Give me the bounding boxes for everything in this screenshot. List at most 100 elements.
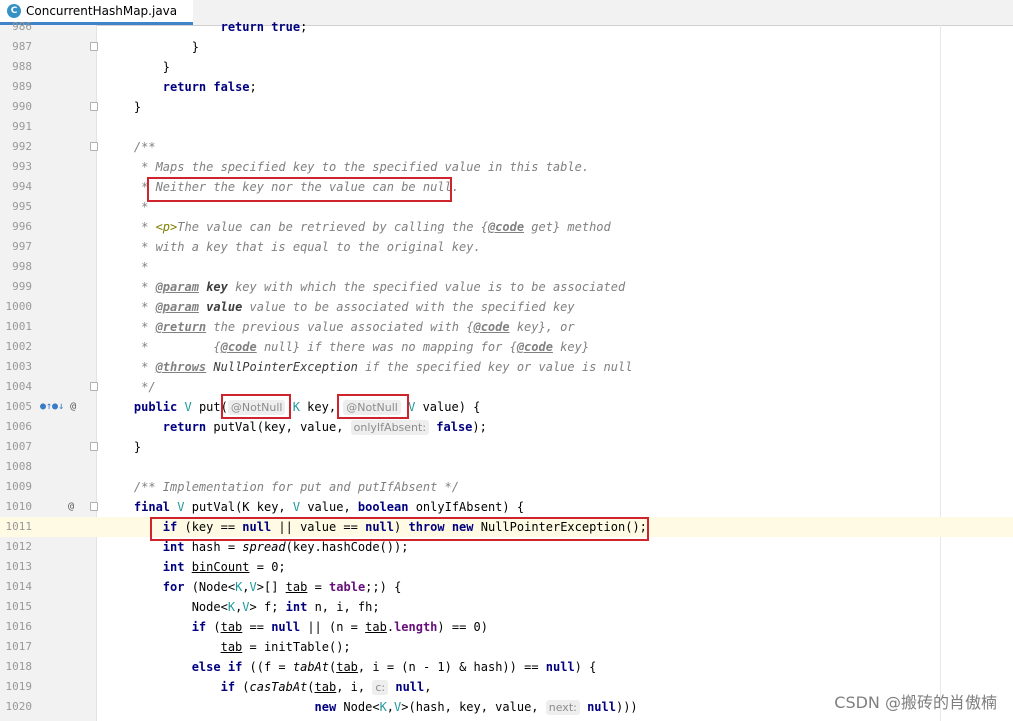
- code-line[interactable]: 998 *: [0, 257, 1013, 277]
- line-number: 1014: [5, 580, 33, 593]
- code-text: public V put(@NotNull K key, @NotNull V …: [133, 400, 481, 415]
- line-number: 1017: [5, 640, 33, 653]
- line-number: 1005: [5, 400, 33, 413]
- line-number: 1007: [5, 440, 33, 453]
- line-number: 1019: [5, 680, 33, 693]
- code-line[interactable]: 997 * with a key that is equal to the or…: [0, 237, 1013, 257]
- line-number: 1020: [5, 700, 33, 713]
- annotation-icon[interactable]: @: [40, 497, 82, 517]
- code-line[interactable]: 990 }: [0, 97, 1013, 117]
- tab-label: ConcurrentHashMap.java: [26, 4, 178, 18]
- code-line[interactable]: 1013 int binCount = 0;: [0, 557, 1013, 577]
- line-number: 998: [12, 260, 32, 273]
- line-number: 993: [12, 160, 32, 173]
- code-text: new Node<K,V>(hash, key, value, next: nu…: [314, 700, 638, 715]
- code-text: Node<K,V> f; int n, i, fh;: [105, 600, 380, 614]
- line-number: 986: [12, 20, 32, 33]
- code-line[interactable]: 986 return true;: [0, 17, 1013, 37]
- code-line[interactable]: 1004 */: [0, 377, 1013, 397]
- line-number: 990: [12, 100, 32, 113]
- code-line[interactable]: 992 /**: [0, 137, 1013, 157]
- code-text: */: [105, 380, 156, 394]
- code-line[interactable]: 996 * <p>The value can be retrieved by c…: [0, 217, 1013, 237]
- code-line[interactable]: 1010 @ final V putVal(K key, V value, boo…: [0, 497, 1013, 517]
- code-text: }: [105, 100, 142, 114]
- code-text: for (Node<K,V>[] tab = table;;) {: [162, 580, 402, 594]
- highlight-box-npe-check: [150, 517, 649, 541]
- line-number: 1011: [5, 520, 33, 533]
- line-number: 996: [12, 220, 32, 233]
- fold-marker-icon[interactable]: [90, 502, 98, 511]
- code-text: /**: [105, 140, 156, 154]
- code-line[interactable]: 991: [0, 117, 1013, 137]
- code-line[interactable]: 1006 return putVal(key, value, onlyIfAbs…: [0, 417, 1013, 437]
- line-number: 1006: [5, 420, 33, 433]
- code-line[interactable]: 1016 if (tab == null || (n = tab.length)…: [0, 617, 1013, 637]
- code-text: tab = initTable();: [220, 640, 351, 654]
- fold-marker-icon[interactable]: [90, 382, 98, 391]
- code-line[interactable]: 999 * @param key key with which the spec…: [0, 277, 1013, 297]
- code-line[interactable]: 1002 * {@code null} if there was no mapp…: [0, 337, 1013, 357]
- code-line[interactable]: 1018 else if ((f = tabAt(tab, i = (n - 1…: [0, 657, 1013, 677]
- code-text: * <p>The value can be retrieved by calli…: [105, 220, 611, 234]
- fold-marker-icon[interactable]: [90, 142, 98, 151]
- line-number: 1016: [5, 620, 33, 633]
- code-text: *: [105, 260, 149, 274]
- code-text: }: [105, 60, 171, 74]
- fold-marker-icon[interactable]: [90, 102, 98, 111]
- highlight-box-neither-null: [147, 177, 452, 202]
- code-line[interactable]: 1000 * @param value value to be associat…: [0, 297, 1013, 317]
- code-text: return true;: [220, 20, 308, 34]
- code-text: * @param key key with which the specifie…: [105, 280, 626, 294]
- code-text: *: [105, 200, 149, 214]
- line-number: 1012: [5, 540, 33, 553]
- code-text: * @param value value to be associated wi…: [105, 300, 575, 314]
- line-number: 987: [12, 40, 32, 53]
- line-number: 1008: [5, 460, 33, 473]
- code-line[interactable]: 1014 for (Node<K,V>[] tab = table;;) {: [0, 577, 1013, 597]
- code-line[interactable]: 1009 /** Implementation for put and putI…: [0, 477, 1013, 497]
- code-text: * with a key that is equal to the origin…: [105, 240, 481, 254]
- fold-marker-icon[interactable]: [90, 442, 98, 451]
- line-number: 999: [12, 280, 32, 293]
- line-number: 1009: [5, 480, 33, 493]
- line-number: 994: [12, 180, 32, 193]
- line-number: 991: [12, 120, 32, 133]
- line-number: 995: [12, 200, 32, 213]
- line-number: 1015: [5, 600, 33, 613]
- code-text: int binCount = 0;: [162, 560, 286, 574]
- code-text: /** Implementation for put and putIfAbse…: [105, 480, 460, 494]
- line-number: 1004: [5, 380, 33, 393]
- line-number: 997: [12, 240, 32, 253]
- line-number: 988: [12, 60, 32, 73]
- code-line[interactable]: 988 }: [0, 57, 1013, 77]
- code-text: if (casTabAt(tab, i, c: null,: [220, 680, 432, 695]
- code-line[interactable]: 987 }: [0, 37, 1013, 57]
- highlight-box-notnull-key: [221, 394, 291, 419]
- code-line[interactable]: 1001 * @return the previous value associ…: [0, 317, 1013, 337]
- line-number: 1001: [5, 320, 33, 333]
- line-number: 989: [12, 80, 32, 93]
- code-line[interactable]: 1017 tab = initTable();: [0, 637, 1013, 657]
- code-text: * {@code null} if there was no mapping f…: [105, 340, 590, 354]
- code-text: * @return the previous value associated …: [105, 320, 575, 334]
- code-line[interactable]: 1008: [0, 457, 1013, 477]
- line-number: 1010: [5, 500, 33, 513]
- line-number: 1003: [5, 360, 33, 373]
- code-line[interactable]: 993 * Maps the specified key to the spec…: [0, 157, 1013, 177]
- code-line[interactable]: 1007 }: [0, 437, 1013, 457]
- code-text: }: [105, 440, 142, 454]
- fold-marker-icon[interactable]: [90, 42, 98, 51]
- code-text: * Maps the specified key to the specifie…: [105, 160, 590, 174]
- watermark: CSDN @搬砖的肖傲楠: [834, 693, 997, 712]
- code-line[interactable]: 1003 * @throws NullPointerException if t…: [0, 357, 1013, 377]
- code-line[interactable]: 1005 ●↑●↓ @ public V put(@NotNull K key, …: [0, 397, 1013, 417]
- line-number: 1013: [5, 560, 33, 573]
- line-number: 992: [12, 140, 32, 153]
- code-line[interactable]: 989 return false;: [0, 77, 1013, 97]
- override-icon[interactable]: ●↑●↓ @: [40, 397, 82, 417]
- code-line[interactable]: 1015 Node<K,V> f; int n, i, fh;: [0, 597, 1013, 617]
- code-text: final V putVal(K key, V value, boolean o…: [133, 500, 525, 514]
- code-text: if (tab == null || (n = tab.length) == 0…: [191, 620, 488, 634]
- highlight-box-notnull-value: [337, 394, 409, 419]
